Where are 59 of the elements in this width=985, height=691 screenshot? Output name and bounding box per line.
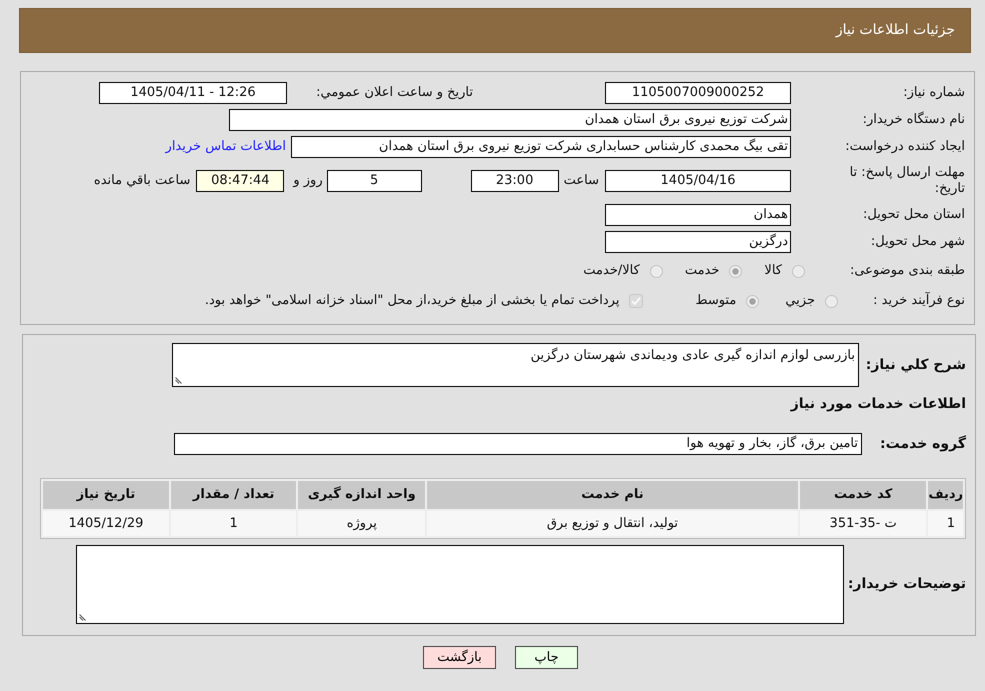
column-header: تاریخ نیاز [43,481,169,509]
checkbox[interactable] [629,294,644,308]
province-field[interactable]: همدان [605,204,791,226]
field-label: نوع فرآیند خرید : [873,293,965,308]
option-label: خدمت [684,262,720,280]
table-cell: ت -35-351 [800,511,926,536]
field-label: ساعت باقي مانده [94,172,190,190]
description-field[interactable]: بازرسی لوازم اندازه گیری عادی ودیماندی شهرستان درگزین [172,343,859,387]
table-cell: تولید، انتقال و توزیع برق [427,511,798,536]
field-label: ایجاد کننده درخواست: [845,138,965,154]
field-label: شماره نیاز: [903,84,965,100]
option-label: متوسط [695,292,736,310]
back-button[interactable]: بازگشت [423,646,496,669]
radio-button[interactable] [729,264,742,278]
deadline-time-field[interactable]: 23:00 [470,170,559,192]
buyer-contact-link[interactable]: اطلاعات تماس خریدار [166,136,286,156]
table-cell: پروژه [298,511,426,536]
field-label: گروه خدمت: [880,436,966,452]
radio-button[interactable] [746,294,760,308]
section-heading: اطلاعات خدمات مورد نیاز [790,394,966,414]
field-label: شرح كلي نیاز: [866,356,966,372]
buyer-organization-field[interactable]: شرکت توزیع نیروی برق استان همدان [229,108,791,130]
field-label: روز و [293,172,323,190]
field-label: توضیحات خریدار: [848,576,966,592]
service-group-field[interactable]: تامین برق، گاز، بخار و تهویه هوا [174,433,862,455]
time-remaining-field[interactable]: 08:47:44 [196,170,284,192]
column-header: نام خدمت [427,481,798,509]
days-remaining-field[interactable]: 5 [326,170,422,192]
requester-field[interactable]: تقی بیگ محمدی کارشناس حسابداری شرکت توزیع نیروی برق استان همدان [291,136,791,158]
field-label: طبقه بندی موضوعی: [850,263,965,278]
table-cell: 1405/12/29 [43,511,169,536]
column-header: واحد اندازه گیری [298,481,426,509]
radio-button[interactable] [792,264,805,278]
radio-button[interactable] [825,294,838,308]
checkbox-label: پرداخت تمام یا بخشی از مبلغ خرید،از محل "اسناد خزانه اسلامی" خواهد بود. [204,292,620,310]
option-label: جزيي [785,292,815,310]
field-label: تاریخ و ساعت اعلان عمومي: [316,84,473,100]
column-header: ردیف [928,481,963,509]
field-label: مهلت ارسال پاسخ: تا تاریخ: [848,164,965,196]
option-label: کالا [764,262,782,280]
resize-grip-icon [79,614,86,621]
table-cell: 1 [170,511,296,536]
column-header: کد خدمت [800,481,926,509]
need-number-field[interactable]: 1105007009000252 [605,82,791,104]
announcement-date-field[interactable]: 1405/04/11 - 12:26 [99,82,287,104]
column-header: تعداد / مقدار [170,481,296,509]
field-label: استان محل تحویل: [863,206,965,222]
field-label: شهر محل تحویل: [870,234,965,249]
print-button[interactable]: چاپ [515,646,578,669]
resize-grip-icon [175,377,182,384]
city-field[interactable]: درگزین [605,230,791,252]
field-label: ساعت [564,172,599,190]
page-title: جزئیات اطلاعات نیاز [836,21,955,40]
buyer-notes-field[interactable] [76,545,844,624]
table-cell: 1 [928,511,963,536]
deadline-date-field[interactable]: 1405/04/16 [605,170,791,192]
field-label: نام دستگاه خریدار: [862,112,965,127]
radio-button[interactable] [650,264,663,278]
option-label: کالا/خدمت [583,262,640,280]
